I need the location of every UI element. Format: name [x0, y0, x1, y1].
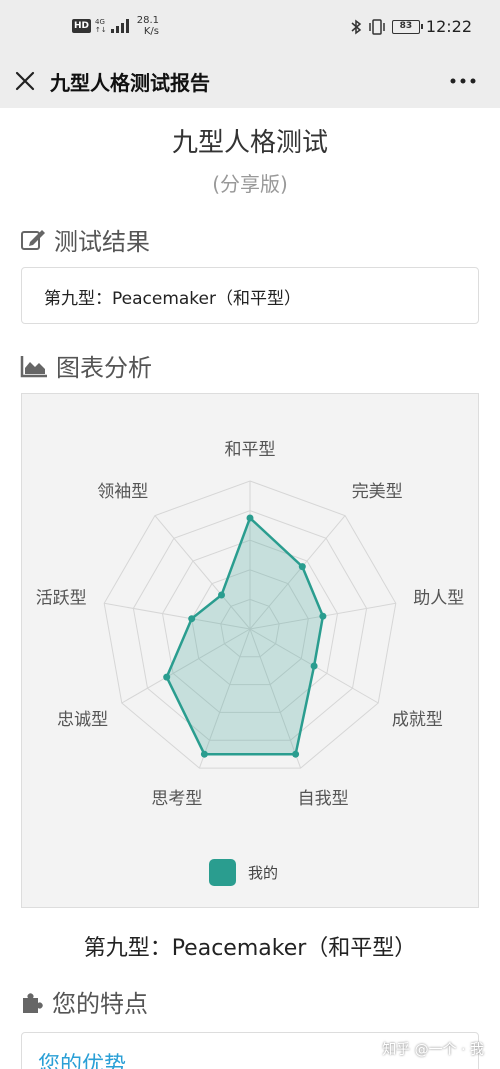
radar-category-label: 自我型 [298, 789, 349, 809]
result-text: 第九型：Peacemaker（和平型） [44, 289, 301, 309]
radar-category-label: 领袖型 [97, 482, 148, 502]
area-chart-icon [20, 355, 47, 377]
page-subtitle: (分享版) [212, 172, 288, 196]
radar-category-label: 活跃型 [36, 589, 87, 609]
chart-panel: 和平型完美型助人型成就型自我型 思考型 忠诚型 活跃型 领袖型 我的 [21, 393, 479, 908]
section-result-label: 测试结果 [54, 228, 150, 256]
radar-category-label: 完美型 [352, 482, 403, 502]
speed-value: 28.1 [136, 15, 160, 26]
clock: 12:22 [425, 17, 472, 36]
section-traits-label: 您的特点 [52, 990, 148, 1018]
speed-unit: K/s [143, 26, 160, 37]
vibrate-icon [369, 18, 385, 35]
section-chart-label: 图表分析 [56, 354, 152, 382]
more-icon[interactable] [448, 70, 478, 92]
radar-chart: 和平型完美型助人型成就型自我型 思考型 忠诚型 活跃型 领袖型 我的 [36, 440, 464, 886]
radar-legend: 我的 [209, 859, 278, 886]
bluetooth-icon [351, 19, 362, 34]
system-status: 83 12:22 [350, 17, 472, 36]
battery-icon: 83 [391, 19, 423, 34]
section-traits-heading: 您的特点 [20, 984, 148, 1019]
network-generation: 4G [95, 18, 105, 26]
radar-category-label: 成就型 [392, 710, 443, 730]
radar-series [163, 514, 327, 758]
edit-icon [21, 229, 45, 250]
network-speed: 28.1 K/s [137, 15, 159, 37]
traits-heading: 您的优势 [38, 1053, 127, 1069]
radar-series-area [165, 515, 325, 756]
radar-point [163, 673, 171, 681]
network-arrows: ↑↓ [95, 26, 107, 34]
radar-point [298, 563, 306, 571]
radar-category-label: 和平型 [225, 440, 276, 460]
radar-point [246, 514, 254, 522]
status-bar: HD 4G ↑↓ 28.1 K/s 83 12:22 [0, 0, 500, 56]
radar-point [218, 591, 225, 599]
section-chart-heading: 图表分析 [20, 348, 152, 383]
radar-category-label: 助人型 [413, 589, 464, 609]
nav-bar: 九型人格测试报告 [0, 56, 500, 108]
page-title: 九型人格测试 [171, 128, 328, 158]
network-type: 4G ↑↓ [95, 18, 107, 34]
result-box: 第九型：Peacemaker（和平型） [21, 267, 479, 324]
radar-point [292, 750, 300, 758]
network-status: HD 4G ↑↓ 28.1 K/s [72, 15, 159, 37]
watermark: 知乎 @一个 · 我 [382, 1042, 484, 1058]
radar-category-label: 忠诚型 [57, 710, 108, 730]
radar-point [310, 662, 318, 670]
close-icon[interactable] [14, 70, 36, 92]
hd-badge: HD [72, 19, 92, 33]
result-caption: 第九型：Peacemaker（和平型） [83, 936, 417, 961]
radar-point [188, 615, 196, 623]
nav-title: 九型人格测试报告 [50, 71, 210, 95]
signal-icon [110, 19, 129, 33]
puzzle-icon [23, 992, 43, 1013]
radar-category-label: 思考型 [151, 789, 202, 809]
legend-label: 我的 [248, 864, 278, 882]
radar-point [319, 612, 327, 620]
radar-point [200, 750, 208, 758]
section-result-heading: 测试结果 [20, 222, 150, 257]
legend-swatch [209, 859, 236, 886]
